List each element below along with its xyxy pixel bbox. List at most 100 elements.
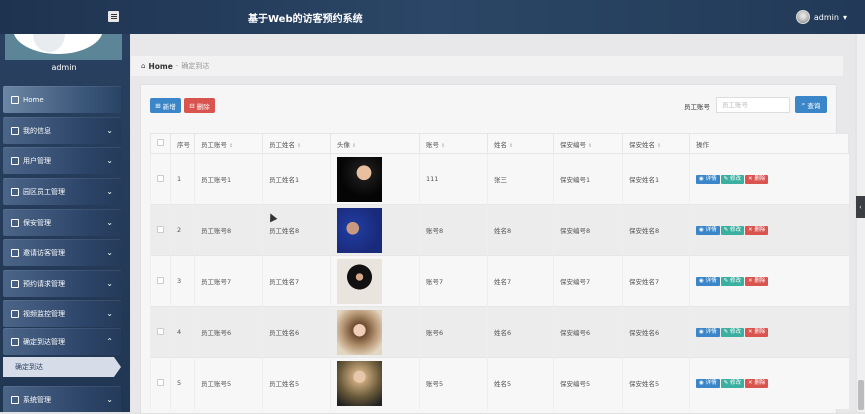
- column-header[interactable]: 姓名 ⇕: [487, 133, 554, 154]
- row-checkbox[interactable]: [150, 306, 171, 358]
- card-icon: [11, 126, 19, 135]
- column-header[interactable]: 员工姓名 ⇕: [262, 133, 331, 154]
- column-header[interactable]: 保安姓名 ⇕: [622, 133, 690, 154]
- delete-button[interactable]: ⊟ 删除: [184, 98, 215, 113]
- row-checkbox[interactable]: [150, 153, 171, 205]
- cell-name: 姓名6: [487, 306, 554, 358]
- add-button[interactable]: ⊞ 新增: [150, 98, 181, 113]
- select-all-checkbox[interactable]: [150, 133, 171, 154]
- briefcase-icon: [11, 309, 19, 318]
- home-icon: [11, 95, 19, 104]
- search-input[interactable]: [716, 97, 790, 113]
- sidebar-item-label: 我的信息: [23, 126, 51, 135]
- column-header[interactable]: 头像 ⇕: [330, 133, 420, 154]
- sidebar-item-guards[interactable]: 保安管理 ⌄: [3, 209, 121, 236]
- side-panel-toggle[interactable]: ‹: [856, 196, 865, 218]
- cell-guard-name: 保安姓名7: [622, 255, 690, 307]
- cell-emp-account: 员工账号8: [194, 204, 263, 256]
- view-button[interactable]: ◉ 详情: [696, 328, 720, 337]
- remove-button[interactable]: ✕ 删除: [744, 175, 769, 184]
- user-name: admin: [813, 12, 839, 22]
- sidebar-username: admin: [51, 63, 77, 72]
- avatar-photo: [337, 207, 382, 253]
- edit-button[interactable]: ✎ 修改: [720, 379, 744, 389]
- sidebar-item-label: 保安管理: [23, 218, 51, 227]
- edit-button[interactable]: ✎ 修改: [720, 277, 744, 286]
- view-button[interactable]: ◉ 详情: [696, 226, 720, 235]
- cell-guard-name: 保安姓名5: [622, 357, 690, 409]
- main-content: ⌂ Home - 确定到达 ⊞ 新增 ⊟ 删除 员工账号 ⌕ 查询 序号: [131, 34, 855, 414]
- pin-icon: [11, 279, 19, 288]
- cell-avatar: [330, 255, 420, 307]
- cell-name: 姓名5: [487, 357, 554, 409]
- edit-button[interactable]: ✎ 修改: [720, 328, 744, 337]
- column-header[interactable]: 员工账号 ⇕: [194, 133, 263, 154]
- breadcrumb-separator: -: [175, 62, 179, 70]
- table-header-row: 序号 员工账号 ⇕ 员工姓名 ⇕ 头像 ⇕ 账号 ⇕ 姓名 ⇕ 保安编号 ⇕ 保安姓名 ⇕ 操…: [150, 133, 849, 154]
- sidebar-item-requests[interactable]: 预约请求管理 ⌄: [3, 270, 121, 297]
- plus-icon: ⊞: [155, 101, 161, 110]
- sidebar-item-invites[interactable]: 邀请访客管理 ⌄: [3, 239, 121, 266]
- sidebar-item-video[interactable]: 视频监控管理 ⌄: [3, 300, 121, 327]
- cell-guard-name: 保安姓名6: [622, 306, 690, 358]
- breadcrumb-home[interactable]: Home: [148, 62, 172, 71]
- cell-avatar: [330, 204, 420, 256]
- column-header[interactable]: 账号 ⇕: [419, 133, 488, 154]
- cell-emp-account: 员工账号1: [194, 153, 263, 205]
- view-button[interactable]: ◉ 详情: [696, 277, 720, 286]
- sidebar-item-users[interactable]: 用户管理 ⌄: [3, 147, 121, 174]
- row-checkbox[interactable]: [150, 357, 171, 409]
- table-row: 3 员工账号7 员工姓名7 账号7 姓名7 保安编号7 保安姓名7 ◉ 详情 ✎ 修改 ✕ 删除: [150, 255, 849, 307]
- sidebar-item-label: 系统管理: [23, 395, 51, 404]
- cell-emp-account: 员工账号6: [194, 306, 263, 358]
- remove-button[interactable]: ✕ 删除: [744, 328, 769, 337]
- cell-guard-no: 保安编号6: [553, 306, 623, 358]
- sort-icon: ⇕: [657, 142, 662, 149]
- sort-icon: ⇕: [352, 142, 357, 149]
- sidebar-item-home[interactable]: Home: [3, 86, 121, 113]
- sidebar-item-system[interactable]: 系统管理 ⌄: [3, 386, 121, 412]
- view-button[interactable]: ◉ 详情: [696, 379, 720, 389]
- sort-icon: ⇕: [229, 142, 234, 149]
- search-button[interactable]: ⌕ 查询: [795, 96, 827, 113]
- view-button[interactable]: ◉ 详情: [696, 175, 720, 184]
- cell-account: 账号8: [419, 204, 488, 256]
- menu-toggle-icon[interactable]: [108, 11, 119, 22]
- row-checkbox[interactable]: [150, 255, 171, 307]
- chevron-down-icon: ⌄: [106, 309, 113, 318]
- cell-avatar: [330, 357, 420, 409]
- sidebar-item-employees[interactable]: 园区员工管理 ⌄: [3, 178, 121, 205]
- cell-account: 账号5: [419, 357, 488, 409]
- cell-account: 账号7: [419, 255, 488, 307]
- sort-icon: ⇕: [441, 142, 446, 149]
- minus-icon: ⊟: [189, 101, 195, 110]
- sidebar-item-arrival[interactable]: 确定到达管理 ⌃: [3, 328, 121, 355]
- remove-button[interactable]: ✕ 删除: [744, 277, 769, 286]
- scrollbar-thumb[interactable]: [858, 380, 864, 410]
- row-checkbox[interactable]: [150, 204, 171, 256]
- data-table: 序号 员工账号 ⇕ 员工姓名 ⇕ 头像 ⇕ 账号 ⇕ 姓名 ⇕ 保安编号 ⇕ 保安姓名 ⇕ 操…: [150, 133, 849, 409]
- cell-emp-name: 员工姓名1: [262, 153, 331, 205]
- sidebar-item-my-info[interactable]: 我的信息 ⌄: [3, 117, 121, 144]
- cell-emp-name: 员工姓名7: [262, 255, 331, 307]
- cell-actions: ◉ 详情 ✎ 修改 ✕ 删除: [689, 255, 849, 307]
- avatar-photo: [337, 156, 382, 202]
- list-panel: ⊞ 新增 ⊟ 删除 员工账号 ⌕ 查询 序号 员工账号⇕ 员工姓名⇕ 头像⇕: [140, 84, 849, 414]
- cell-name: 姓名8: [487, 204, 554, 256]
- cell-avatar: [330, 306, 420, 358]
- scrollbar[interactable]: [857, 34, 865, 412]
- chevron-down-icon: ⌄: [106, 248, 113, 257]
- sidebar-item-label: Home: [23, 95, 44, 104]
- user-icon: [11, 218, 19, 227]
- user-menu[interactable]: admin ▾: [795, 10, 847, 24]
- remove-button[interactable]: ✕ 删除: [744, 379, 769, 389]
- edit-button[interactable]: ✎ 修改: [720, 175, 744, 184]
- sidebar-subitem-arrival[interactable]: 确定到达: [3, 357, 121, 377]
- cell-guard-no: 保安编号1: [553, 153, 623, 205]
- cell-emp-account: 员工账号7: [194, 255, 263, 307]
- remove-button[interactable]: ✕ 删除: [744, 226, 769, 235]
- edit-button[interactable]: ✎ 修改: [720, 226, 744, 235]
- column-header[interactable]: 保安编号 ⇕: [553, 133, 623, 154]
- cell-account: 111: [419, 153, 488, 205]
- cell-guard-no: 保安编号5: [553, 357, 623, 409]
